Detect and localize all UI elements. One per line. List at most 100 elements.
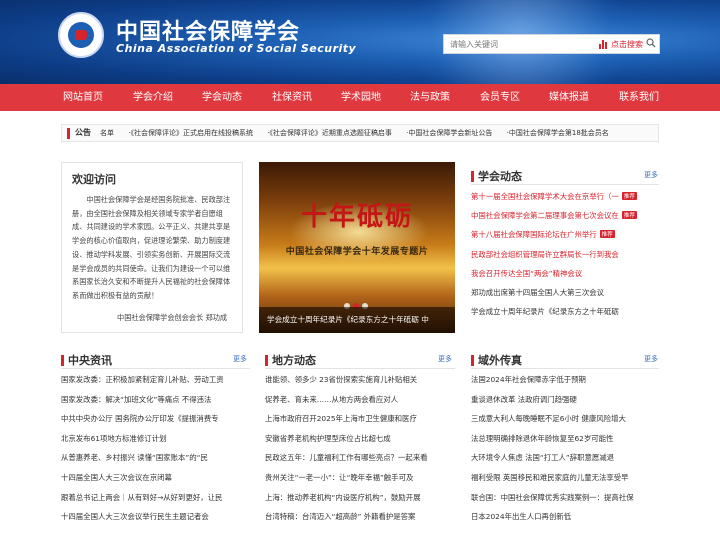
list-item[interactable]: 十四届全国人大三次会议举行民生主题记者会 [61, 511, 250, 522]
list-item[interactable]: 台湾特稿：台湾迈入“超高龄” 外籍看护是答案 [265, 511, 455, 522]
list-item[interactable]: 贵州关注“一老一小”：让“晚年幸福”触手可及 [265, 472, 455, 483]
search-button[interactable]: 点击搜索 [611, 39, 643, 50]
welcome-panel: 欢迎访问 中国社会保障学会是经国务院批准、民政部注册，由全国社会保障及相关领域专… [61, 162, 243, 333]
list-item-text: 国家发改委：正积极加紧制定育儿补贴、劳动工资 [61, 375, 224, 384]
list-item-text: 中共中央办公厅 国务院办公厅印发《提振消费专 [61, 414, 219, 424]
list-item-text: 日本2024年出生人口再创新低 [471, 512, 572, 522]
notice-bar: 公告 名单 ·《社会保障评论》正式启用在线投稿系统 ·《社会保障评论》近期重点选… [61, 124, 659, 142]
list-item-text: 谁能领、领多少 23省份探索实施育儿补贴相关 [265, 375, 418, 384]
list-item[interactable]: 中国社会保障学会第二届理事会第七次会议在 推荐 [471, 210, 659, 221]
hero-subline: 中国社会保障学会十年发展专题片 [285, 247, 429, 257]
welcome-title: 欢迎访问 [72, 173, 116, 186]
list-item-text: 上海市政府召开2025年上海市卫生健康和医疗 [265, 414, 417, 424]
list-item[interactable]: 国家发改委：正积极加紧制定育儿补贴、劳动工资 [61, 374, 250, 385]
notice-item[interactable]: ·中国社会保障学会新址公告 [406, 129, 492, 137]
nav-law-policy[interactable]: 法与政策 [410, 84, 450, 111]
main-nav: 网站首页 学会介绍 学会动态 社保资讯 学术园地 法与政策 会员专区 媒体报道 … [0, 84, 720, 111]
list-item[interactable]: 十四届全国人大三次会议在京闭幕 [61, 472, 250, 483]
list-item-text: 跟着总书记上两会｜从有到好→从好到更好，让民 [61, 492, 223, 502]
notice-ticker: 名单 ·《社会保障评论》正式启用在线投稿系统 ·《社会保障评论》近期重点选题征稿… [100, 128, 621, 138]
list-item[interactable]: 重谈退休改革 法政府调门趋强硬 [471, 394, 659, 405]
overseas-more-link[interactable]: 更多 [644, 354, 658, 364]
list-item[interactable]: 上海：推动养老机构“内设医疗机构”，鼓励开展 [265, 492, 455, 503]
section-divider [471, 184, 659, 185]
list-item[interactable]: 福利受限 英国移民和难民家庭的儿童无法享受早 [471, 472, 659, 483]
list-item[interactable]: 促养老、育未来……从地方两会看应对人 [265, 394, 455, 405]
nav-media[interactable]: 媒体报道 [549, 84, 589, 111]
overseas-section-title: 域外传真 [478, 354, 522, 367]
welcome-text: 中国社会保障学会是经国务院批准、民政部注册，由全国社会保障及相关领域专家学者自愿… [72, 195, 231, 300]
list-item[interactable]: 民政这五年：儿童福利工作有哪些亮点？一起来看 [265, 452, 455, 463]
news-section-title: 学会动态 [478, 170, 522, 183]
central-more-link[interactable]: 更多 [233, 354, 247, 364]
list-item-text: 法国2024年社会保障赤字低于预期 [471, 375, 586, 384]
list-item-text: 贵州关注“一老一小”：让“晚年幸福”触手可及 [265, 473, 414, 482]
list-item-text: 第十八届社会保障国际论坛在广州举行 [471, 230, 597, 240]
list-item[interactable]: 大环境令人焦虑 法国“打工人”辞职意愿减退 [471, 452, 659, 463]
list-item-text: 我会召开传达全国“两会”精神会议 [471, 268, 583, 278]
notice-item[interactable]: 名单 [100, 129, 114, 137]
recommend-badge: 推荐 [599, 230, 615, 239]
list-item[interactable]: 中共中央办公厅 国务院办公厅印发《提振消费专 [61, 413, 250, 424]
section-divider [471, 368, 659, 369]
hero-caption[interactable]: 学会成立十周年纪录片《纪录东方之十年砥砺 中 [259, 307, 455, 333]
list-item[interactable]: 从普惠养老、乡村振兴 读懂“国家账本”的“民 [61, 452, 250, 463]
nav-social-security-info[interactable]: 社保资讯 [272, 84, 312, 111]
section-divider [265, 368, 455, 369]
list-item[interactable]: 法总理明确排除退休年龄恢复至62岁可能性 [471, 433, 659, 444]
section-divider [61, 368, 250, 369]
list-item[interactable]: 跟着总书记上两会｜从有到好→从好到更好，让民 [61, 492, 250, 503]
list-item[interactable]: 谁能领、领多少 23省份探索实施育儿补贴相关 [265, 374, 455, 385]
list-item[interactable]: 日本2024年出生人口再创新低 [471, 511, 659, 522]
nav-home[interactable]: 网站首页 [63, 84, 103, 111]
logo-mark [75, 30, 87, 40]
nav-news[interactable]: 学会动态 [202, 84, 242, 111]
local-more-link[interactable]: 更多 [438, 354, 452, 364]
notice-item[interactable]: ·《社会保障评论》近期重点选题征稿启事 [267, 129, 392, 137]
site-header: 中国社会保障学会 China Association of Social Sec… [0, 0, 720, 84]
list-item-text: 大环境令人焦虑 法国“打工人”辞职意愿减退 [471, 453, 615, 463]
search-icon[interactable] [646, 38, 656, 48]
nav-about[interactable]: 学会介绍 [133, 84, 173, 111]
list-item-text: 从普惠养老、乡村振兴 读懂“国家账本”的“民 [61, 453, 208, 463]
section-marker [471, 355, 474, 366]
hero-slider[interactable]: 十年砥砺 中国社会保障学会十年发展专题片 学会成立十周年纪录片《纪录东方之十年砥… [259, 162, 455, 333]
list-item[interactable]: 郑功成出席第十四届全国人大第三次会议 [471, 287, 659, 298]
list-item-text: 上海：推动养老机构“内设医疗机构”，鼓励开展 [265, 492, 421, 502]
list-item[interactable]: 国家发改委：解决“加班文化”等痛点 不得违法 [61, 394, 250, 405]
list-item[interactable]: 上海市政府召开2025年上海市卫生健康和医疗 [265, 413, 455, 424]
list-item[interactable]: 联合国：中国社会保障优秀实践案例一：提高社保 [471, 492, 659, 503]
list-item[interactable]: 学会成立十周年纪录片《纪录东方之十年砥砺 [471, 306, 659, 317]
list-item[interactable]: 三成意大利人每晚睡眠不足6小时 健康风险增大 [471, 413, 659, 424]
search-input[interactable] [448, 37, 588, 52]
list-item[interactable]: 民政部社会组织管理局许立群局长一行到我会 [471, 249, 659, 260]
notice-item[interactable]: ·《社会保障评论》正式启用在线投稿系统 [128, 129, 253, 137]
list-item-text: 台湾特稿：台湾迈入“超高龄” 外籍看护是答案 [265, 512, 416, 522]
list-item[interactable]: 第十一届全国社会保障学术大会在京举行（一 推荐 [471, 191, 659, 202]
nav-contact[interactable]: 联系我们 [619, 84, 659, 111]
list-item-text: 民政部社会组织管理局许立群局长一行到我会 [471, 249, 619, 259]
list-item-text: 中国社会保障学会第二届理事会第七次会议在 [471, 211, 619, 221]
list-item-text: 第十一届全国社会保障学术大会在京举行（一 [471, 192, 619, 201]
local-section-title: 地方动态 [272, 354, 316, 367]
association-logo[interactable] [58, 12, 104, 58]
central-section-title: 中央资讯 [68, 354, 112, 367]
search-box: 点击搜索 [443, 34, 660, 54]
list-item-text: 联合国：中国社会保障优秀实践案例一：提高社保 [471, 492, 634, 502]
list-item-text: 安徽省养老机构护理型床位占比超七成 [265, 433, 391, 443]
hero-calligraphy: 十年砥砺 [300, 202, 413, 232]
list-item-text: 国家发改委：解决“加班文化”等痛点 不得违法 [61, 394, 212, 404]
nav-members[interactable]: 会员专区 [480, 84, 520, 111]
list-item-text: 北京发布61项地方标准修订计划 [61, 433, 167, 443]
list-item[interactable]: 第十八届社会保障国际论坛在广州举行 推荐 [471, 229, 659, 240]
list-item-text: 民政这五年：儿童福利工作有哪些亮点？一起来看 [265, 453, 428, 463]
nav-academic[interactable]: 学术园地 [341, 84, 381, 111]
notice-label: 公告 [75, 128, 91, 137]
list-item[interactable]: 安徽省养老机构护理型床位占比超七成 [265, 433, 455, 444]
list-item[interactable]: 法国2024年社会保障赤字低于预期 [471, 374, 659, 385]
list-item[interactable]: 我会召开传达全国“两会”精神会议 [471, 268, 659, 279]
news-more-link[interactable]: 更多 [644, 170, 658, 180]
notice-item[interactable]: ·中国社会保障学会第18批会员名 [507, 129, 609, 137]
list-item-text: 学会成立十周年纪录片《纪录东方之十年砥砺 [471, 307, 619, 317]
list-item[interactable]: 北京发布61项地方标准修订计划 [61, 433, 250, 444]
